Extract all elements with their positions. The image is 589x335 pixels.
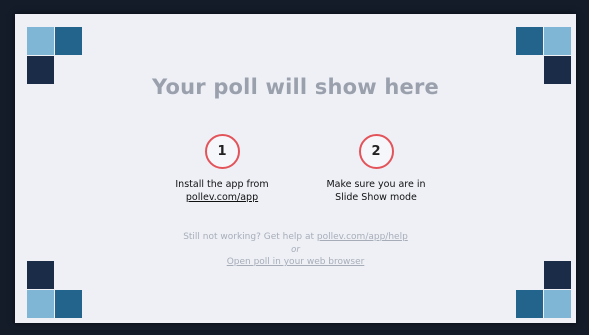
- open-in-browser-link[interactable]: Open poll in your web browser: [15, 256, 576, 269]
- or-separator: or: [291, 244, 300, 255]
- step-slide-show: 2 Make sure you are in Slide Show mode: [291, 134, 461, 204]
- step-install-app: 1 Install the app from pollev.com/app: [137, 134, 307, 204]
- help-footer: Still not working? Get help at pollev.co…: [15, 231, 576, 269]
- corner-tile: [55, 290, 82, 318]
- step-line: Install the app from: [175, 179, 269, 190]
- step-text: Install the app from pollev.com/app: [137, 178, 307, 204]
- corner-tile: [516, 290, 543, 318]
- corner-tile: [27, 27, 54, 55]
- corner-tile: [55, 27, 82, 55]
- step-number-badge: 1: [204, 134, 240, 169]
- step-number-badge: 2: [358, 134, 394, 169]
- corner-tile: [516, 27, 543, 55]
- help-prefix: Still not working? Get help at: [183, 232, 317, 242]
- corner-tile: [544, 290, 571, 318]
- step-line: Make sure you are in: [326, 179, 426, 190]
- help-line: Still not working? Get help at pollev.co…: [15, 231, 576, 244]
- corner-tile: [27, 290, 54, 318]
- install-app-link[interactable]: pollev.com/app: [137, 191, 307, 204]
- help-link[interactable]: pollev.com/app/help: [317, 232, 408, 242]
- corner-tile: [544, 27, 571, 55]
- poll-slide: Your poll will show here 1 Install the a…: [15, 14, 576, 323]
- step-text: Make sure you are in Slide Show mode: [291, 178, 461, 204]
- step-line: Slide Show mode: [335, 192, 417, 203]
- poll-placeholder-title: Your poll will show here: [152, 75, 439, 99]
